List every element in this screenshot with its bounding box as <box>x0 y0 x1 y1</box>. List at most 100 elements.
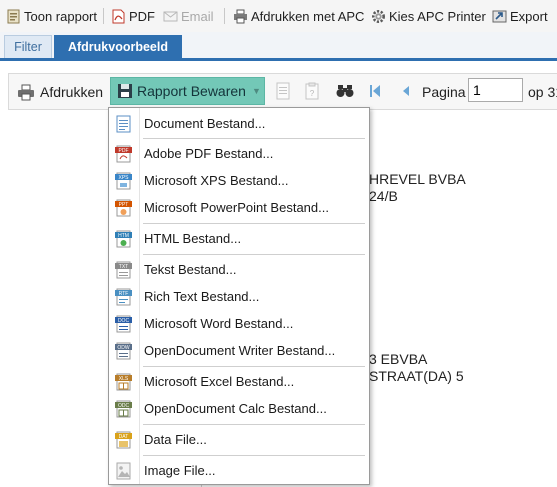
menu-item-odt-writer[interactable]: ODW OpenDocument Writer Bestand... <box>109 339 369 363</box>
xps-file-icon: XPS <box>115 172 132 190</box>
powerpoint-file-icon: PPT <box>115 199 132 217</box>
toon-rapport-label: Toon rapport <box>24 8 97 24</box>
printer-icon <box>18 84 34 100</box>
menu-item-data-file[interactable]: DAT Data File... <box>109 428 369 452</box>
menu-item-word[interactable]: DOC Microsoft Word Bestand... <box>109 312 369 336</box>
svg-text:?: ? <box>310 89 315 98</box>
menu-item-excel[interactable]: XLS Microsoft Excel Bestand... <box>109 370 369 394</box>
menu-item-odc-calc[interactable]: ODC OpenDocument Calc Bestand... <box>109 397 369 421</box>
report-text-line: 3 EBVBA <box>369 351 428 367</box>
menu-separator <box>143 254 365 255</box>
tab-afdrukvoorbeeld[interactable]: Afdrukvoorbeeld <box>54 35 182 59</box>
email-button[interactable]: Email <box>163 6 214 26</box>
image-file-icon <box>116 462 131 480</box>
rapport-bewaren-button[interactable]: Rapport Bewaren ▼ <box>110 77 265 105</box>
toolbar-divider <box>224 8 225 24</box>
report-icon <box>7 9 20 23</box>
save-icon <box>118 84 132 98</box>
menu-item-text[interactable]: TXT Tekst Bestand... <box>109 258 369 282</box>
afdrukken-label: Afdrukken <box>40 84 104 100</box>
pdf-label: PDF <box>129 8 155 24</box>
menu-separator <box>143 424 365 425</box>
menu-item-label: Microsoft Word Bestand... <box>144 316 294 331</box>
menu-item-label: Tekst Bestand... <box>144 262 237 277</box>
svg-text:RTF: RTF <box>119 291 129 297</box>
menu-item-document[interactable]: Document Bestand... <box>109 112 369 136</box>
tab-underline <box>0 58 557 61</box>
pdf-icon <box>112 9 125 23</box>
menu-item-powerpoint[interactable]: PPT Microsoft PowerPoint Bestand... <box>109 196 369 220</box>
menu-item-xps[interactable]: XPS Microsoft XPS Bestand... <box>109 169 369 193</box>
afdrukken-met-apc-label: Afdrukken met APC <box>251 8 365 24</box>
save-format-menu: Document Bestand... PDF Adobe PDF Bestan… <box>108 107 370 485</box>
word-file-icon: DOC <box>115 315 132 333</box>
ods-file-icon: ODC <box>115 400 132 418</box>
menu-item-label: HTML Bestand... <box>144 231 242 246</box>
data-file-icon: DAT <box>115 431 132 449</box>
menu-separator <box>143 138 365 139</box>
binoculars-icon[interactable] <box>336 83 354 99</box>
menu-item-label: Data File... <box>144 432 207 447</box>
toon-rapport-button[interactable]: Toon rapport <box>6 6 97 26</box>
top-toolbar: Toon rapport PDF Email Afdrukken met APC… <box>0 0 557 32</box>
svg-text:TXT: TXT <box>119 264 128 270</box>
svg-text:HTM: HTM <box>118 233 129 239</box>
svg-text:DOC: DOC <box>118 318 130 324</box>
svg-text:PDF: PDF <box>119 148 129 154</box>
report-toolbar: Afdrukken Rapport Bewaren ▼ ? Pagina op … <box>8 73 557 110</box>
export-label: Export <box>510 8 548 24</box>
text-file-icon: TXT <box>115 261 132 279</box>
email-icon <box>163 11 178 21</box>
first-page-icon[interactable] <box>369 84 381 98</box>
report-text-line: STRAAT(DA) 5 <box>369 368 464 384</box>
page-count-label: op 31 <box>528 84 557 100</box>
chevron-down-icon: ▼ <box>252 86 261 96</box>
svg-text:ODW: ODW <box>117 345 130 351</box>
printer-icon <box>234 9 247 23</box>
tab-filter[interactable]: Filter <box>4 35 52 59</box>
document-icon[interactable] <box>275 82 291 100</box>
menu-separator <box>143 223 365 224</box>
menu-item-label: Image File... <box>144 463 216 478</box>
afdrukken-button[interactable]: Afdrukken <box>17 83 103 101</box>
menu-item-label: OpenDocument Writer Bestand... <box>144 343 336 358</box>
menu-item-image-file[interactable]: Image File... <box>109 459 369 483</box>
menu-separator <box>143 366 365 367</box>
menu-item-label: Rich Text Bestand... <box>144 289 260 304</box>
report-text-line: 24/B <box>369 188 398 204</box>
menu-item-label: Microsoft XPS Bestand... <box>144 173 289 188</box>
kies-apc-printer-button[interactable]: Kies APC Printer <box>371 6 486 26</box>
kies-apc-printer-label: Kies APC Printer <box>389 8 486 24</box>
menu-item-label: Document Bestand... <box>144 116 266 131</box>
menu-item-label: Microsoft Excel Bestand... <box>144 374 295 389</box>
menu-item-pdf[interactable]: PDF Adobe PDF Bestand... <box>109 142 369 166</box>
menu-separator <box>143 455 365 456</box>
menu-item-label: Adobe PDF Bestand... <box>144 146 274 161</box>
clipboard-icon[interactable]: ? <box>304 82 320 100</box>
html-file-icon: HTM <box>115 230 132 248</box>
odt-file-icon: ODW <box>115 342 132 360</box>
document-file-icon <box>116 115 131 133</box>
export-button[interactable]: Export <box>492 6 548 26</box>
email-label: Email <box>181 8 214 24</box>
previous-page-icon[interactable] <box>401 84 411 98</box>
svg-text:XLS: XLS <box>119 376 129 382</box>
menu-item-html[interactable]: HTM HTML Bestand... <box>109 227 369 251</box>
excel-file-icon: XLS <box>115 373 132 391</box>
rtf-file-icon: RTF <box>115 288 132 306</box>
svg-text:XPS: XPS <box>118 175 129 181</box>
pdf-button[interactable]: PDF <box>111 6 155 26</box>
svg-text:DAT: DAT <box>119 434 129 440</box>
menu-item-rich-text[interactable]: RTF Rich Text Bestand... <box>109 285 369 309</box>
pdf-file-icon: PDF <box>115 145 132 163</box>
export-icon <box>492 10 507 22</box>
pagina-label: Pagina <box>422 84 466 100</box>
page-number-input[interactable] <box>468 78 523 102</box>
afdrukken-met-apc-button[interactable]: Afdrukken met APC <box>233 6 364 26</box>
report-text-line: HREVEL BVBA <box>369 171 466 187</box>
gear-icon <box>372 9 385 23</box>
rapport-bewaren-label: Rapport Bewaren <box>137 83 246 99</box>
toolbar-divider <box>103 8 104 24</box>
menu-item-label: OpenDocument Calc Bestand... <box>144 401 327 416</box>
svg-text:ODC: ODC <box>118 403 130 409</box>
